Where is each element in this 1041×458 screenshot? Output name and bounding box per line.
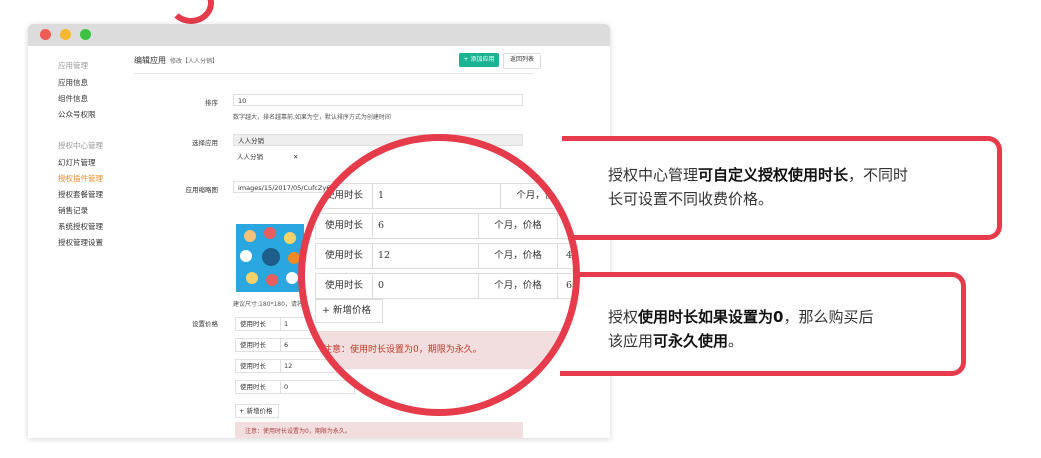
unit-label: 个月，价格 xyxy=(478,274,558,298)
avatar-icon xyxy=(262,248,280,266)
add-price-button[interactable]: + 新增价格 xyxy=(235,404,279,418)
page-subtitle: 修改【人人分销】 xyxy=(170,58,219,65)
price-row[interactable]: 使用时长 0 xyxy=(235,380,355,394)
duration-value[interactable]: 0 xyxy=(280,381,288,393)
duration-label: 使用时长 xyxy=(236,360,281,372)
header-divider xyxy=(134,73,534,74)
sort-input[interactable]: 10 xyxy=(233,94,523,106)
price-label: 设置价格 xyxy=(192,320,218,328)
sidebar-item-auth-settings[interactable]: 授权管理设置 xyxy=(58,237,103,248)
callout-2-text: 授权使用时长如果设置为0，那么购买后 该应用可永久使用。 xyxy=(608,305,873,353)
maximize-dot[interactable] xyxy=(80,29,91,40)
magnified-price-row[interactable]: 使用时长 6 个月，价格 2500 xyxy=(315,213,573,239)
magnified-price-row[interactable]: 使用时长 1 个月，价格 500 xyxy=(315,183,573,209)
select-app-label: 选择应用 xyxy=(192,139,218,147)
sidebar-item-component-info[interactable]: 组件信息 xyxy=(58,93,88,104)
duration-label: 使用时长 xyxy=(316,214,373,238)
avatar-icon xyxy=(264,227,276,239)
sidebar-item-slides[interactable]: 幻灯片管理 xyxy=(58,157,96,168)
window-titlebar xyxy=(28,24,610,46)
duration-value[interactable]: 12 xyxy=(378,244,390,268)
callout-2-text-c: ，那么购买后 xyxy=(783,308,874,326)
magnified-price-row[interactable]: 使用时长 12 个月，价格 4500 xyxy=(315,243,573,269)
close-dot[interactable] xyxy=(40,29,51,40)
unit-label: 个月，价格 xyxy=(478,244,558,268)
thumb-label: 应用缩略图 xyxy=(185,186,219,194)
avatar-icon xyxy=(286,272,298,284)
unit-label: 个月，价格 xyxy=(500,184,573,208)
sidebar-group-auth: 授权中心管理 xyxy=(58,141,103,150)
callout-1-text-bold: 可自定义授权使用时长 xyxy=(698,166,849,184)
price-value[interactable]: 6000 xyxy=(566,274,573,298)
avatar-icon xyxy=(246,272,258,284)
page-title: 编辑应用 修改【人人分销】 xyxy=(134,55,218,66)
callout-1-text-a: 授权中心管理 xyxy=(608,166,699,184)
add-app-button[interactable]: + 添加应用 xyxy=(459,53,499,67)
callout-1-text-c: ，不同时 xyxy=(848,166,909,184)
duration-value[interactable]: 1 xyxy=(378,184,384,208)
avatar-icon xyxy=(244,230,256,242)
duration-label: 使用时长 xyxy=(316,184,373,208)
sort-label: 排序 xyxy=(205,99,218,107)
callout-2-text-e: 。 xyxy=(728,332,744,350)
callout-custom-duration: 授权中心管理可自定义授权使用时长，不同时 长可设置不同收费价格。 xyxy=(562,136,1002,240)
page-title-text: 编辑应用 xyxy=(134,56,166,65)
magnified-price-row[interactable]: 使用时长 0 个月，价格 6000 xyxy=(315,273,573,299)
minimize-dot[interactable] xyxy=(60,29,71,40)
back-to-list-button[interactable]: 返回列表 xyxy=(503,53,541,69)
selected-app-tag[interactable]: 人人分销 ✕ xyxy=(233,151,303,163)
callout-2-text-bold2: 可永久使用 xyxy=(653,332,729,350)
sidebar-item-plugins[interactable]: 授权插件管理 xyxy=(58,173,103,184)
callout-1-text-line2: 长可设置不同收费价格。 xyxy=(608,190,774,208)
callout-1-text: 授权中心管理可自定义授权使用时长，不同时 长可设置不同收费价格。 xyxy=(608,163,908,211)
avatar-icon xyxy=(266,274,278,286)
sidebar-group-app: 应用管理 xyxy=(58,61,88,70)
duration-value[interactable]: 12 xyxy=(280,360,292,372)
duration-label: 使用时长 xyxy=(316,274,373,298)
selected-app-tag-label: 人人分销 xyxy=(237,153,263,161)
callout-2-text-bold: 使用时长如果设置为0 xyxy=(638,308,784,326)
duration-label: 使用时长 xyxy=(316,244,373,268)
avatar-icon xyxy=(240,250,252,262)
app-thumbnail xyxy=(236,224,304,292)
duration-value[interactable]: 1 xyxy=(280,318,288,330)
sidebar-item-system-auth[interactable]: 系统授权管理 xyxy=(58,221,103,232)
duration-note: 注意：使用时长设置为0，期限为永久。 xyxy=(235,422,523,438)
duration-value[interactable]: 0 xyxy=(378,274,384,298)
sidebar-item-app-info[interactable]: 应用信息 xyxy=(58,77,88,88)
sidebar-item-mp-permission[interactable]: 公众号权限 xyxy=(58,109,96,120)
sort-help: 数字越大，排名越靠前,如果为空，默认排序方式为创建时间 xyxy=(233,114,391,121)
callout-2-text-a: 授权 xyxy=(608,308,639,326)
remove-tag-icon[interactable]: ✕ xyxy=(293,151,298,163)
magnified-duration-note: 注意：使用时长设置为0，期限为永久。 xyxy=(305,331,573,369)
decorative-arc xyxy=(168,0,214,24)
sidebar-item-packages[interactable]: 授权套餐管理 xyxy=(58,189,103,200)
sidebar: 应用管理 应用信息 组件信息 公众号权限 授权中心管理 幻灯片管理 授权插件管理… xyxy=(28,46,128,438)
sidebar-item-sales[interactable]: 销售记录 xyxy=(58,205,88,216)
duration-label: 使用时长 xyxy=(236,318,281,330)
unit-label: 个月，价格 xyxy=(478,214,558,238)
duration-value[interactable]: 6 xyxy=(280,339,288,351)
magnified-add-price-button[interactable]: + 新增价格 xyxy=(315,299,383,323)
duration-value[interactable]: 6 xyxy=(378,214,384,238)
magnifier-circle: 使用时长 1 个月，价格 500 使用时长 6 个月，价格 2500 使用时长 … xyxy=(298,134,580,416)
duration-label: 使用时长 xyxy=(236,339,281,351)
callout-2-text-d: 该应用 xyxy=(608,332,654,350)
duration-label: 使用时长 xyxy=(236,381,281,393)
avatar-icon xyxy=(284,232,296,244)
callout-permanent-use: 授权使用时长如果设置为0，那么购买后 该应用可永久使用。 xyxy=(560,272,966,376)
